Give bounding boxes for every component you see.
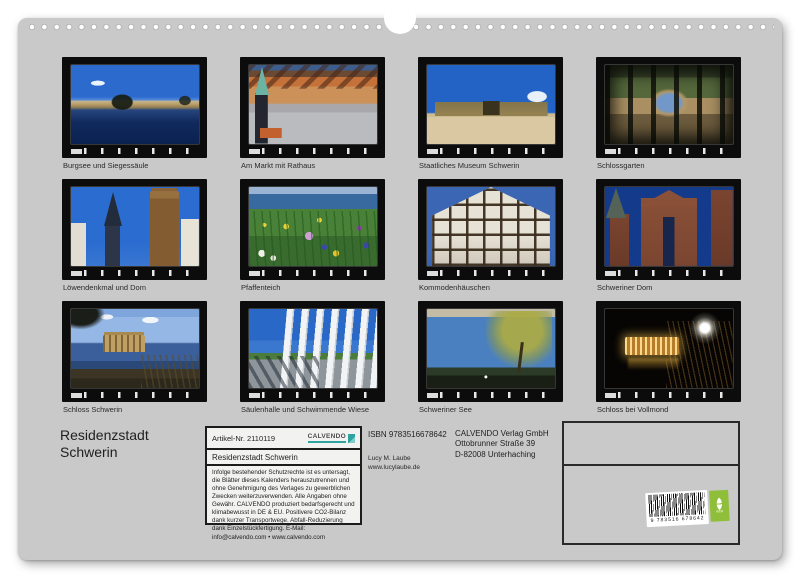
mini-date-strip bbox=[605, 392, 734, 398]
isbn-text: ISBN 9783516678642 bbox=[368, 430, 447, 439]
thumbnail-caption: Schweriner See bbox=[419, 405, 563, 415]
mini-date-strip bbox=[605, 148, 734, 154]
thumbnail-caption: Am Markt mit Rathaus bbox=[241, 161, 385, 171]
barcode-bars bbox=[648, 492, 705, 517]
month-photo bbox=[427, 187, 555, 266]
mini-date-strip bbox=[249, 148, 378, 154]
month-photo bbox=[605, 65, 733, 144]
mini-date-strip bbox=[249, 392, 378, 398]
month-thumbnail: Am Markt mit Rathaus bbox=[240, 57, 385, 171]
calvendo-logo: CALVENDO bbox=[308, 433, 355, 443]
hanger-notch bbox=[384, 2, 416, 34]
mini-calendar-page bbox=[240, 301, 385, 402]
mini-date-strip bbox=[427, 392, 556, 398]
mini-calendar-page bbox=[418, 179, 563, 280]
month-thumbnail: Löwendenkmal und Dom bbox=[62, 179, 207, 293]
thumbnail-caption: Schloss bei Vollmond bbox=[597, 405, 741, 415]
thumbnail-caption: Schloss Schwerin bbox=[63, 405, 207, 415]
mini-date-strip bbox=[71, 270, 200, 276]
month-thumbnail: Schloss bei Vollmond bbox=[596, 301, 741, 415]
month-photo bbox=[249, 187, 377, 266]
mini-calendar-page bbox=[596, 301, 741, 402]
mini-date-strip bbox=[427, 270, 556, 276]
publisher-block: CALVENDO Verlag GmbH Ottobrunner Straße … bbox=[455, 429, 549, 460]
month-photo bbox=[605, 309, 733, 388]
eco-label: eco bbox=[709, 490, 730, 522]
mini-calendar-page bbox=[418, 57, 563, 158]
thumbnail-caption: Pfaffenteich bbox=[241, 283, 385, 293]
month-photo bbox=[427, 65, 555, 144]
month-thumbnail: Schweriner See bbox=[418, 301, 563, 415]
author-website: www.lucylaube.de bbox=[368, 464, 420, 473]
mini-date-strip bbox=[605, 270, 734, 276]
month-thumbnail: Schweriner Dom bbox=[596, 179, 741, 293]
month-photo bbox=[71, 65, 199, 144]
mini-date-strip bbox=[249, 270, 378, 276]
calvendo-logo-text: CALVENDO bbox=[308, 433, 346, 443]
month-thumbnail: Schlossgarten bbox=[596, 57, 741, 171]
article-row: Artikel-Nr. 2110119 CALVENDO bbox=[207, 428, 360, 450]
ean-barcode: 9 783516 678642 bbox=[645, 490, 709, 527]
author-name: Lucy M. Laube bbox=[368, 455, 420, 464]
legal-text: Infolge bestehender Schutzrechte ist es … bbox=[207, 466, 360, 545]
thumbnail-caption: Schlossgarten bbox=[597, 161, 741, 171]
author-block: Lucy M. Laube www.lucylaube.de bbox=[368, 455, 420, 473]
mini-date-strip bbox=[71, 392, 200, 398]
article-number: Artikel-Nr. 2110119 bbox=[212, 434, 275, 443]
mini-calendar-page bbox=[240, 179, 385, 280]
month-thumbnail: Schloss Schwerin bbox=[62, 301, 207, 415]
publisher-city: D-82008 Unterhaching bbox=[455, 450, 549, 460]
month-photo bbox=[427, 309, 555, 388]
mini-calendar-page bbox=[62, 301, 207, 402]
mini-calendar-page bbox=[596, 57, 741, 158]
calendar-sheet: Burgsee und Siegessäule Am Markt mit Rat… bbox=[18, 18, 782, 560]
month-thumbnail: Kommodenhäuschen bbox=[418, 179, 563, 293]
thumbnail-caption: Löwendenkmal und Dom bbox=[63, 283, 207, 293]
mini-calendar-page bbox=[62, 57, 207, 158]
month-photo bbox=[71, 309, 199, 388]
month-thumbnail: Staatliches Museum Schwerin bbox=[418, 57, 563, 171]
month-thumbnail: Säulenhalle und Schwimmende Wiese bbox=[240, 301, 385, 415]
publisher-name: CALVENDO Verlag GmbH bbox=[455, 429, 549, 439]
info-box-title: Residenzstadt Schwerin bbox=[207, 450, 360, 466]
mini-date-strip bbox=[427, 148, 556, 154]
calendar-title: Residenzstadt Schwerin bbox=[60, 427, 178, 461]
thumbnail-caption: Staatliches Museum Schwerin bbox=[419, 161, 563, 171]
thumbnail-caption: Kommodenhäuschen bbox=[419, 283, 563, 293]
mini-calendar-page bbox=[62, 179, 207, 280]
mini-calendar-page bbox=[418, 301, 563, 402]
month-photo bbox=[249, 65, 377, 144]
product-info-box: Artikel-Nr. 2110119 CALVENDO Residenzsta… bbox=[205, 426, 362, 525]
month-thumbnail: Pfaffenteich bbox=[240, 179, 385, 293]
thumbnail-caption: Schweriner Dom bbox=[597, 283, 741, 293]
publisher-street: Ottobrunner Straße 39 bbox=[455, 439, 549, 449]
thumbnail-grid: Burgsee und Siegessäule Am Markt mit Rat… bbox=[62, 57, 741, 415]
barcode-group: 9 783516 678642 eco bbox=[645, 489, 730, 527]
month-photo bbox=[605, 187, 733, 266]
barcode-panel-top-cell bbox=[564, 423, 738, 466]
eco-leaf-icon bbox=[713, 497, 726, 510]
month-thumbnail: Burgsee und Siegessäule bbox=[62, 57, 207, 171]
mini-calendar-page bbox=[596, 179, 741, 280]
calendar-back-product-photo: Burgsee und Siegessäule Am Markt mit Rat… bbox=[0, 0, 800, 577]
mini-date-strip bbox=[71, 148, 200, 154]
thumbnail-caption: Burgsee und Siegessäule bbox=[63, 161, 207, 171]
barcode-panel: 9 783516 678642 eco bbox=[562, 421, 740, 545]
month-photo bbox=[249, 309, 377, 388]
thumbnail-caption: Säulenhalle und Schwimmende Wiese bbox=[241, 405, 385, 415]
month-photo bbox=[71, 187, 199, 266]
calvendo-logo-icon bbox=[348, 434, 355, 443]
mini-calendar-page bbox=[240, 57, 385, 158]
